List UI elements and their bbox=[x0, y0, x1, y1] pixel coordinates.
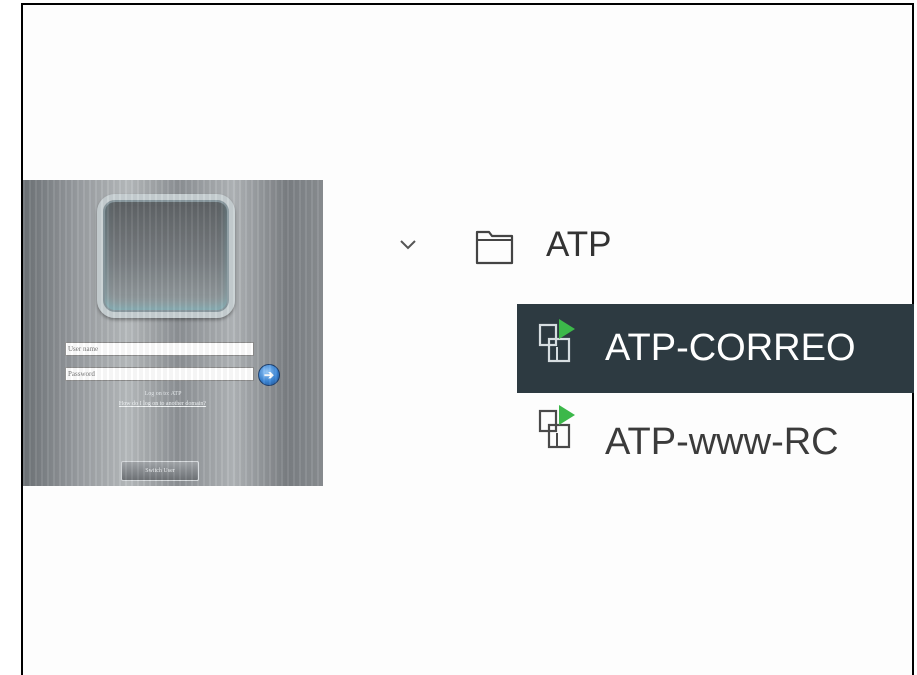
user-avatar-frame bbox=[97, 194, 235, 318]
arrow-right-icon: ➔ bbox=[263, 368, 275, 382]
folder-icon bbox=[475, 230, 514, 265]
tree-item-label[interactable]: ATP-www-RC bbox=[605, 420, 839, 464]
other-domain-link[interactable]: How do I log on to another domain? bbox=[75, 401, 250, 407]
submit-arrow-button[interactable]: ➔ bbox=[258, 364, 280, 386]
switch-user-button[interactable]: Switch User bbox=[121, 461, 199, 481]
password-field[interactable] bbox=[65, 367, 254, 381]
login-screen-thumbnail: ➔ Log on to: ATP How do I log on to anot… bbox=[23, 180, 323, 486]
folder-label[interactable]: ATP bbox=[546, 224, 611, 266]
logon-domain-text: Log on to: ATP bbox=[144, 391, 182, 397]
username-field[interactable] bbox=[65, 342, 254, 356]
tree-item-label[interactable]: ATP-CORREO bbox=[605, 326, 856, 370]
vm-powered-on-icon bbox=[538, 405, 575, 449]
vm-powered-on-icon bbox=[538, 319, 575, 363]
chevron-down-icon[interactable] bbox=[398, 235, 418, 255]
